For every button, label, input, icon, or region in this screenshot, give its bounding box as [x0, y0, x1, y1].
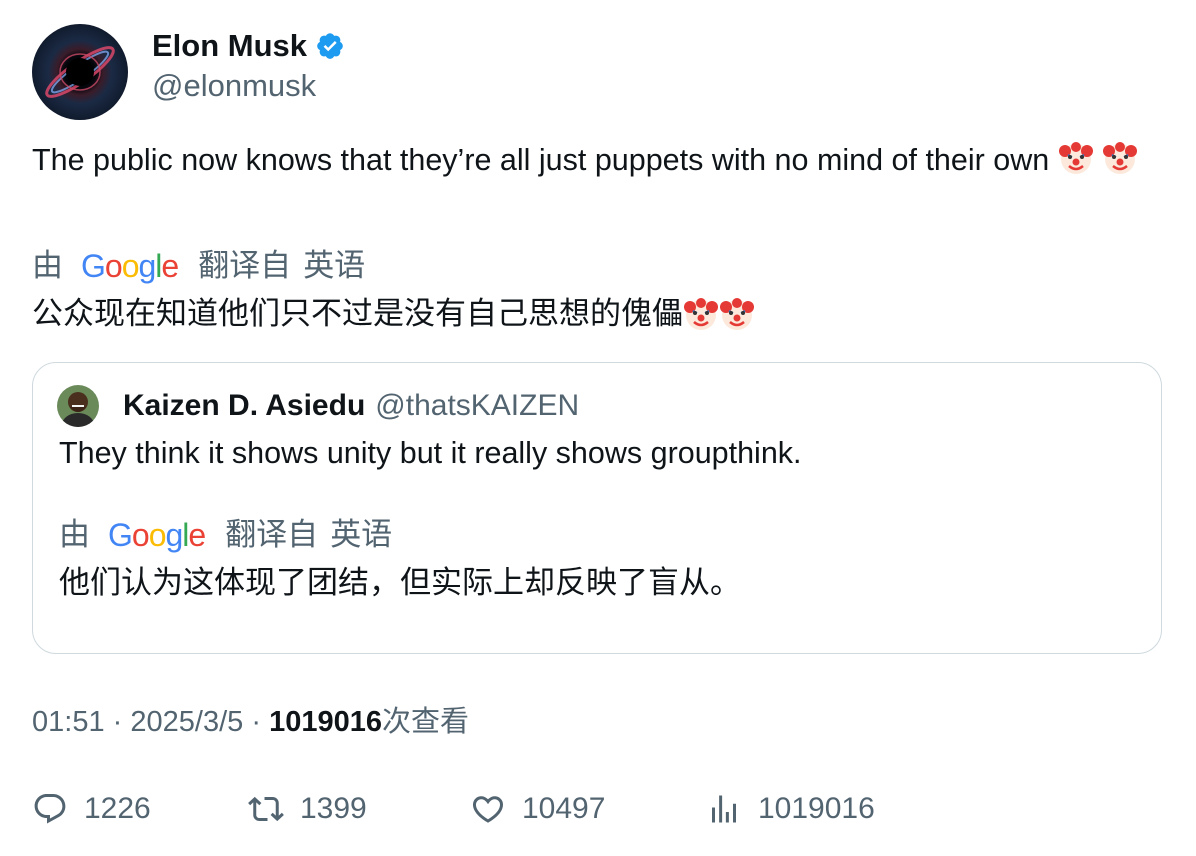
quoted-tweet-translated-text: 他们认为这体现了团结，但实际上却反映了盲从。: [59, 565, 741, 600]
heart-icon: [472, 796, 504, 823]
views-label: 次查看: [381, 706, 469, 738]
retweet-count: 1399: [300, 792, 367, 825]
tweet-time[interactable]: 01:51: [32, 706, 105, 738]
author-display-name[interactable]: Elon Musk: [152, 28, 307, 64]
tweet-translated-body: 公众现在知道他们只不过是没有自己思想的傀儡: [32, 294, 755, 334]
reply-button[interactable]: 1226: [32, 789, 151, 829]
like-count: 10497: [522, 792, 606, 825]
clown-face-emoji-icon: [683, 296, 719, 332]
source-language: 英语: [330, 517, 393, 552]
quoted-tweet-text: They think it shows unity but it really …: [59, 436, 802, 470]
translated-from-label: 翻译自: [198, 248, 292, 283]
tweet-date[interactable]: 2025/3/5: [130, 706, 243, 738]
translated-from-label: 翻译自: [225, 517, 319, 552]
clown-face-emoji-icon: [719, 296, 755, 332]
quoted-tweet-header: Kaizen D. Asiedu @thatsKAIZEN: [57, 385, 579, 427]
tweet-meta: 01:51 · 2025/3/5 · 1019016次查看: [32, 702, 469, 742]
tweet-translated-text: 公众现在知道他们只不过是没有自己思想的傀儡: [32, 296, 683, 331]
source-language: 英语: [303, 248, 366, 283]
translated-by-label: 由: [59, 517, 90, 552]
author-avatar[interactable]: [32, 24, 128, 120]
analytics-bar-icon: [712, 795, 736, 823]
tweet-text: The public now knows that they’re all ju…: [32, 143, 1050, 177]
quoted-translation-attribution: 由 Google 翻译自 英语: [59, 515, 392, 555]
verified-badge-icon[interactable]: [315, 31, 345, 61]
views-count-action: 1019016: [758, 792, 875, 825]
like-button[interactable]: 10497: [470, 789, 605, 829]
reply-icon: [34, 794, 66, 824]
tweet-header: Elon Musk @elonmusk: [32, 24, 345, 120]
translated-by-label: 由: [32, 248, 63, 283]
clown-face-emoji-icon: [1058, 140, 1094, 176]
tweet-body: The public now knows that they’re all ju…: [32, 140, 1162, 180]
quoted-author-avatar[interactable]: [57, 385, 99, 427]
tweet-action-bar: 1226 1399 10497 1019016: [32, 789, 1162, 829]
retweet-icon: [248, 796, 284, 822]
quoted-author-name[interactable]: Kaizen D. Asiedu: [123, 389, 365, 423]
author-handle[interactable]: @elonmusk: [152, 66, 345, 106]
reply-count: 1226: [84, 792, 151, 825]
views-count: 1019016: [269, 706, 382, 738]
views-button[interactable]: 1019016: [706, 789, 875, 829]
translation-attribution: 由 Google 翻译自 英语: [32, 246, 365, 286]
quoted-tweet-card[interactable]: Kaizen D. Asiedu @thatsKAIZEN They think…: [32, 362, 1162, 654]
google-logo[interactable]: Google: [108, 515, 206, 555]
meta-separator: ·: [112, 706, 123, 738]
clown-face-emoji-icon: [1102, 140, 1138, 176]
retweet-button[interactable]: 1399: [248, 789, 367, 829]
meta-separator: ·: [251, 706, 261, 738]
google-logo[interactable]: Google: [81, 246, 179, 286]
quoted-author-handle[interactable]: @thatsKAIZEN: [375, 389, 579, 423]
